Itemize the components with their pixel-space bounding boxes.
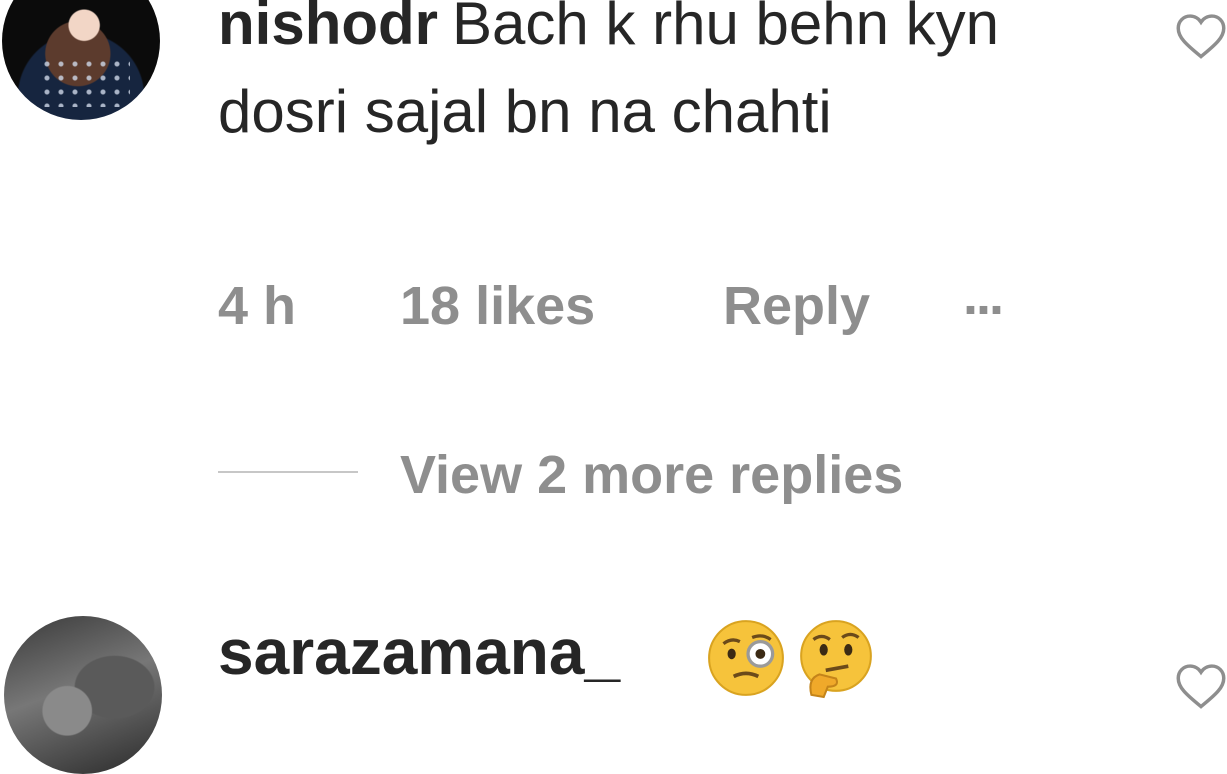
comment-item: sarazamana_ bbox=[0, 560, 1227, 774]
comment-item: nishodr Bach k rhu behn kyn dosri sajal b… bbox=[0, 0, 1227, 560]
comment-username[interactable]: nishodr bbox=[218, 0, 438, 57]
comment-username[interactable]: sarazamana_ bbox=[218, 615, 620, 689]
heart-icon[interactable] bbox=[1175, 12, 1227, 60]
view-more-replies-button[interactable]: View 2 more replies bbox=[400, 444, 903, 506]
more-options-button[interactable]: ... bbox=[963, 265, 1004, 327]
face-with-monocle-emoji bbox=[708, 620, 784, 696]
thinking-face-emoji bbox=[800, 620, 872, 699]
avatar[interactable] bbox=[2, 0, 160, 120]
avatar-pattern bbox=[40, 57, 130, 107]
comment-body: nishodr Bach k rhu behn kyn dosri sajal b… bbox=[218, 0, 1098, 156]
replies-divider bbox=[218, 471, 358, 473]
avatar[interactable] bbox=[4, 616, 162, 774]
reply-button[interactable]: Reply bbox=[723, 275, 870, 337]
likes-count[interactable]: 18 likes bbox=[400, 275, 595, 337]
heart-icon[interactable] bbox=[1175, 662, 1227, 710]
comment-time: 4 h bbox=[218, 276, 297, 336]
